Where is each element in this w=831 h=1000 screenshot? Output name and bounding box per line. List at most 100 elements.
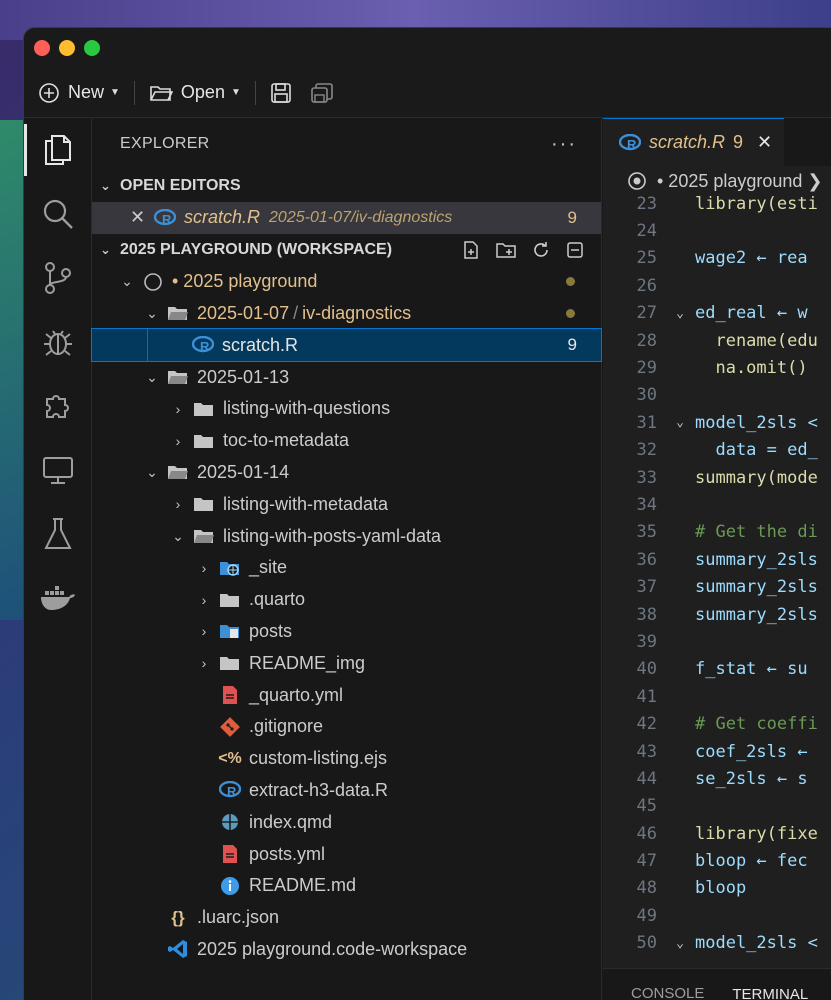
fold-chevron-icon[interactable]: ⌄ (665, 936, 695, 951)
code-line[interactable]: 46 library(fixe (603, 820, 831, 847)
tree-item-2025-01-14[interactable]: ⌄ 2025-01-14 (92, 457, 601, 489)
code-line[interactable]: 34 (603, 491, 831, 518)
new-folder-icon[interactable] (495, 240, 517, 260)
tree-item-extract-h3-data[interactable]: R extract-h3-data.R (92, 775, 601, 807)
tree-item-toc-to-metadata[interactable]: › toc-to-metadata (92, 425, 601, 457)
code-line[interactable]: 49 (603, 902, 831, 929)
tree-item-2025-01-07[interactable]: ⌄ 2025-01-07 / iv-diagnostics (92, 298, 601, 330)
code-text: summary(mode (695, 467, 818, 488)
tree-item-scratch-r[interactable]: R scratch.R 9 (91, 328, 602, 363)
code-line[interactable]: 33 summary(mode (603, 464, 831, 491)
tree-item-custom-listing[interactable]: <% custom-listing.ejs (92, 743, 601, 775)
explorer-activity[interactable] (24, 118, 91, 182)
code-text: # Get coeffi (695, 714, 818, 735)
toolbar-divider (254, 80, 256, 105)
code-line[interactable]: 30 (603, 382, 831, 409)
fold-chevron-icon[interactable]: ⌄ (665, 306, 695, 321)
zoom-window-button[interactable] (84, 40, 100, 56)
code-line[interactable]: 36 summary_2sls (603, 546, 831, 573)
tab-console[interactable]: CONSOLE (631, 985, 704, 1000)
code-line[interactable]: 32 data = ed_ (603, 437, 831, 464)
docker-activity[interactable] (24, 566, 91, 630)
tree-item-listing-with-posts-yaml-data[interactable]: ⌄ listing-with-posts-yaml-data (92, 520, 601, 552)
tab-label: scratch.R (649, 132, 726, 152)
close-icon[interactable]: ✕ (130, 207, 152, 228)
open-button[interactable]: Open ▼ (149, 82, 241, 103)
open-label: Open (180, 82, 225, 102)
code-line[interactable]: 42 # Get coeffi (603, 710, 831, 737)
code-line[interactable]: 23 library(esti (603, 190, 831, 217)
new-file-icon[interactable] (461, 240, 481, 260)
tree-item-gitignore[interactable]: .gitignore (92, 711, 601, 743)
remote-explorer-activity[interactable] (24, 438, 91, 502)
testing-activity[interactable] (24, 502, 91, 566)
code-line[interactable]: 25 wage2 ← rea (603, 245, 831, 272)
tree-item-listing-with-metadata[interactable]: › listing-with-metadata (92, 488, 601, 520)
code-line[interactable]: 31 ⌄ model_2sls < (603, 409, 831, 436)
code-line[interactable]: 47 bloop ← fec (603, 847, 831, 874)
extensions-activity[interactable] (24, 374, 91, 438)
more-actions-icon[interactable]: ··· (551, 133, 577, 156)
collapse-all-icon[interactable] (565, 240, 585, 260)
folder-icon (217, 654, 243, 672)
refresh-icon[interactable] (531, 240, 551, 260)
tree-item-2025-01-13[interactable]: ⌄ 2025-01-13 (92, 361, 601, 393)
code-line[interactable]: 37 summary_2sls (603, 573, 831, 600)
save-all-button[interactable] (310, 82, 334, 104)
code-line[interactable]: 45 (603, 793, 831, 820)
tree-item-site[interactable]: › _site (92, 552, 601, 584)
workspace-section[interactable]: ⌄ 2025 PLAYGROUND (WORKSPACE) (92, 234, 601, 266)
tree-item-quarto[interactable]: › .quarto (92, 584, 601, 616)
tree-item-posts-yml[interactable]: posts.yml (92, 838, 601, 870)
code-line[interactable]: 40 f_stat ← su (603, 656, 831, 683)
close-window-button[interactable] (34, 40, 50, 56)
tree-item-readme-img[interactable]: › README_img (92, 647, 601, 679)
code-line[interactable]: 38 summary_2sls (603, 601, 831, 628)
breadcrumb-label[interactable]: • 2025 playground ❯ (657, 171, 823, 192)
tree-item-workspace-root[interactable]: ⌄ • 2025 playground (92, 266, 601, 298)
tree-item-readme-md[interactable]: README.md (92, 870, 601, 902)
tab-terminal[interactable]: TERMINAL (732, 978, 808, 1000)
code-line[interactable]: 27 ⌄ ed_real ← w (603, 300, 831, 327)
code-line[interactable]: 35 # Get the di (603, 519, 831, 546)
tree-item-workspace-file[interactable]: 2025 playground.code-workspace (92, 934, 601, 966)
search-activity[interactable] (24, 182, 91, 246)
save-button[interactable] (270, 82, 292, 104)
code-line[interactable]: 24 (603, 217, 831, 244)
code-editor[interactable]: 23 library(esti 24 25 wage2 ← rea 26 27 ⌄ ed_rea… (603, 190, 831, 957)
tree-item-luarc[interactable]: {} .luarc.json (92, 902, 601, 934)
code-line[interactable]: 50 ⌄ model_2sls < (603, 930, 831, 957)
folder-label: 2025-01-13 (197, 366, 290, 387)
folder-icon (191, 432, 217, 450)
tab-problem-count: 9 (733, 132, 744, 152)
open-editors-section[interactable]: ⌄ OPEN EDITORS (92, 170, 601, 202)
tree-item-posts[interactable]: › posts (92, 616, 601, 648)
tree-item-quarto-yml[interactable]: _quarto.yml (92, 679, 601, 711)
source-control-activity[interactable] (24, 246, 91, 310)
code-text: library(esti (695, 193, 818, 214)
code-line[interactable]: 39 (603, 628, 831, 655)
code-text: data = ed_ (695, 440, 818, 461)
tree-item-index-qmd[interactable]: index.qmd (92, 806, 601, 838)
quarto-file-icon (217, 812, 243, 832)
code-line[interactable]: 28 rename(edu (603, 327, 831, 354)
code-line[interactable]: 48 bloop (603, 875, 831, 902)
code-line[interactable]: 41 (603, 683, 831, 710)
code-line[interactable]: 44 se_2sls ← s (603, 765, 831, 792)
code-line[interactable]: 29 na.omit() (603, 354, 831, 381)
chevron-down-icon: ⌄ (100, 178, 111, 193)
debug-activity[interactable] (24, 310, 91, 374)
folder-label: toc-to-metadata (223, 430, 350, 451)
tree-item-listing-with-questions[interactable]: › listing-with-questions (92, 393, 601, 425)
new-button[interactable]: New ▼ (38, 82, 120, 104)
svg-text:R: R (162, 212, 172, 227)
code-line[interactable]: 26 (603, 272, 831, 299)
fold-chevron-icon[interactable]: ⌄ (665, 415, 695, 430)
tab-scratch-r[interactable]: R scratch.R 9 ✕ (603, 118, 785, 166)
code-line[interactable]: 43 coef_2sls ← (603, 738, 831, 765)
file-label: 2025 playground.code-workspace (197, 938, 468, 959)
minimize-window-button[interactable] (59, 40, 75, 56)
close-icon[interactable]: ✕ (757, 132, 772, 153)
open-editor-item[interactable]: ✕ R scratch.R 2025-01-07/iv-diagnostics … (92, 202, 601, 234)
folder-label: posts (249, 620, 293, 641)
